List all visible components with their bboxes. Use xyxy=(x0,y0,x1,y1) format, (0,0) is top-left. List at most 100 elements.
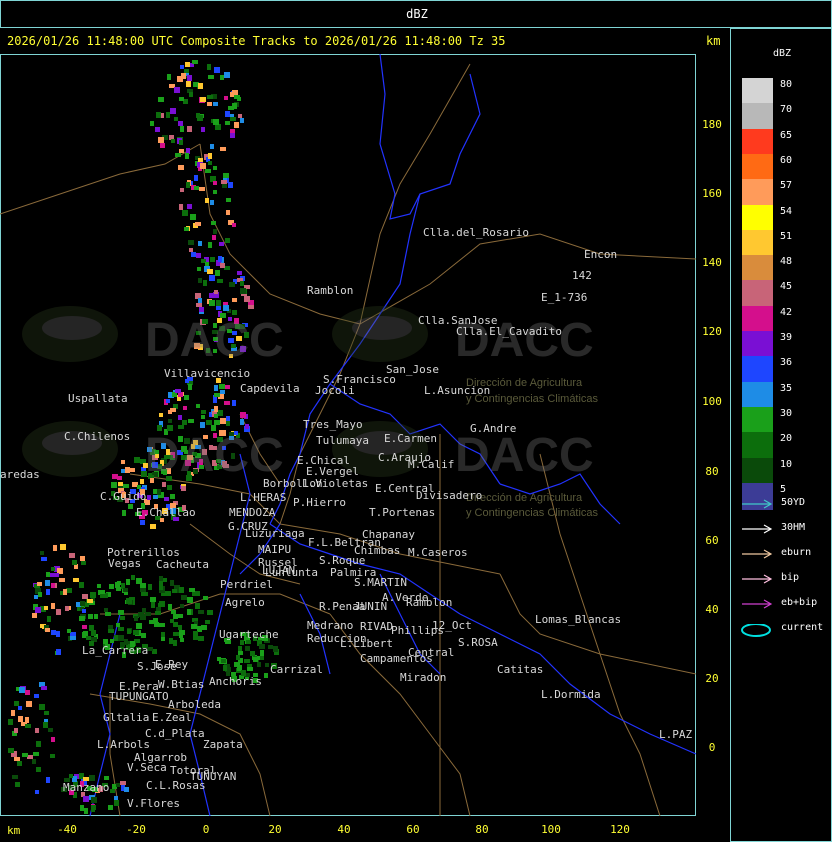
echo-pixel xyxy=(215,270,220,276)
y-tick: 20 xyxy=(705,672,719,685)
echo-pixel xyxy=(234,122,239,128)
echo-pixel xyxy=(155,611,161,615)
x-tick: 40 xyxy=(337,823,351,836)
echo-pixel xyxy=(187,597,193,603)
echo-pixel xyxy=(159,623,165,627)
place-label: Luzuriaga xyxy=(245,527,305,540)
legend-label: 65 xyxy=(780,129,793,141)
echo-pixel xyxy=(198,636,204,641)
echo-pixel xyxy=(217,279,223,283)
header-timestamp: 2026/01/26 11:48:00 UTC Composite Tracks… xyxy=(7,34,506,48)
echo-pixel xyxy=(207,102,212,106)
echo-pixel xyxy=(116,783,120,787)
x-tick: 100 xyxy=(541,823,561,836)
echo-pixel xyxy=(134,457,140,463)
track-arrow-icon xyxy=(742,599,773,609)
echo-pixel xyxy=(179,204,183,210)
place-label: E.Carmen xyxy=(384,432,437,445)
echo-pixel xyxy=(114,796,118,800)
legend-swatch xyxy=(742,305,773,333)
place-label: L.Dormida xyxy=(541,688,601,701)
echo-pixel xyxy=(122,510,126,516)
echo-pixel xyxy=(225,238,230,243)
echo-pixel xyxy=(141,633,146,638)
echo-pixel xyxy=(193,634,198,640)
echo-pixel xyxy=(226,198,231,202)
echo-pixel xyxy=(35,790,39,794)
echo-pixel xyxy=(185,62,190,67)
legend-label: 42 xyxy=(780,306,793,318)
echo-pixel xyxy=(226,421,230,426)
echo-pixel xyxy=(73,578,79,582)
echo-pixel xyxy=(179,140,183,145)
echo-pixel xyxy=(123,588,128,592)
echo-pixel xyxy=(190,214,196,220)
echo-pixel xyxy=(51,630,56,635)
watermark-line1: Dirección de Agricultura xyxy=(466,492,583,504)
legend-label: 35 xyxy=(780,382,793,394)
echo-pixel xyxy=(142,608,146,613)
echo-pixel xyxy=(179,97,184,101)
echo-pixel xyxy=(48,728,53,732)
echo-pixel xyxy=(51,567,55,571)
echo-pixel xyxy=(188,419,194,423)
place-label: Ramblon xyxy=(406,596,453,609)
echo-pixel xyxy=(208,161,212,165)
echo-pixel xyxy=(120,781,126,785)
x-tick: 120 xyxy=(610,823,630,836)
echo-pixel xyxy=(108,805,113,810)
place-label: Capdevila xyxy=(240,382,300,395)
echo-pixel xyxy=(118,627,124,631)
echo-pixel xyxy=(180,638,184,642)
echo-pixel xyxy=(207,269,213,274)
echo-pixel xyxy=(148,584,152,590)
echo-pixel xyxy=(232,400,236,406)
echo-pixel xyxy=(205,620,210,624)
echo-pixel xyxy=(213,397,217,403)
echo-pixel xyxy=(130,468,135,472)
echo-pixel xyxy=(259,644,265,649)
echo-pixel xyxy=(228,182,233,188)
track-legend-label: bip xyxy=(781,572,800,583)
track-legend-item: 50YD xyxy=(740,497,830,511)
echo-pixel xyxy=(224,401,230,405)
echo-pixel xyxy=(44,711,49,715)
place-label: Clla.del_Rosario xyxy=(423,226,529,239)
track-legend-item: eburn xyxy=(740,547,830,561)
echo-pixel xyxy=(51,583,55,588)
place-label: MAIPU xyxy=(258,543,292,556)
echo-pixel xyxy=(37,582,42,586)
place-label: S.Jose xyxy=(137,660,177,673)
echo-pixel xyxy=(50,754,55,758)
echo-pixel xyxy=(186,81,191,87)
echo-pixel xyxy=(201,415,205,419)
echo-pixel xyxy=(165,591,171,596)
echo-pixel xyxy=(225,111,230,117)
echo-pixel xyxy=(51,603,55,609)
place-label: Divisadero xyxy=(416,489,483,502)
echo-pixel xyxy=(39,704,45,710)
echo-pixel xyxy=(97,584,101,588)
echo-pixel xyxy=(67,629,71,633)
echo-pixel xyxy=(229,282,235,287)
echo-pixel xyxy=(136,623,142,629)
echo-pixel xyxy=(72,560,77,565)
echo-pixel xyxy=(224,96,228,100)
legend-label: 57 xyxy=(780,180,793,192)
echo-pixel xyxy=(127,629,131,634)
echo-pixel xyxy=(177,76,183,82)
place-label: Encon xyxy=(584,248,618,261)
echo-pixel xyxy=(170,580,174,586)
echo-pixel xyxy=(12,775,18,779)
place-label: Miradon xyxy=(400,671,447,684)
legend-label: 80 xyxy=(780,79,793,90)
echo-pixel xyxy=(111,482,117,488)
echo-pixel xyxy=(198,278,202,283)
svg-text:DACC: DACC xyxy=(145,429,284,482)
echo-pixel xyxy=(53,573,59,577)
echo-pixel xyxy=(183,406,187,410)
echo-pixel xyxy=(170,108,176,114)
echo-pixel xyxy=(214,414,218,418)
echo-pixel xyxy=(91,797,97,803)
watermark-line2: y Contingencias Climáticas xyxy=(466,507,599,519)
